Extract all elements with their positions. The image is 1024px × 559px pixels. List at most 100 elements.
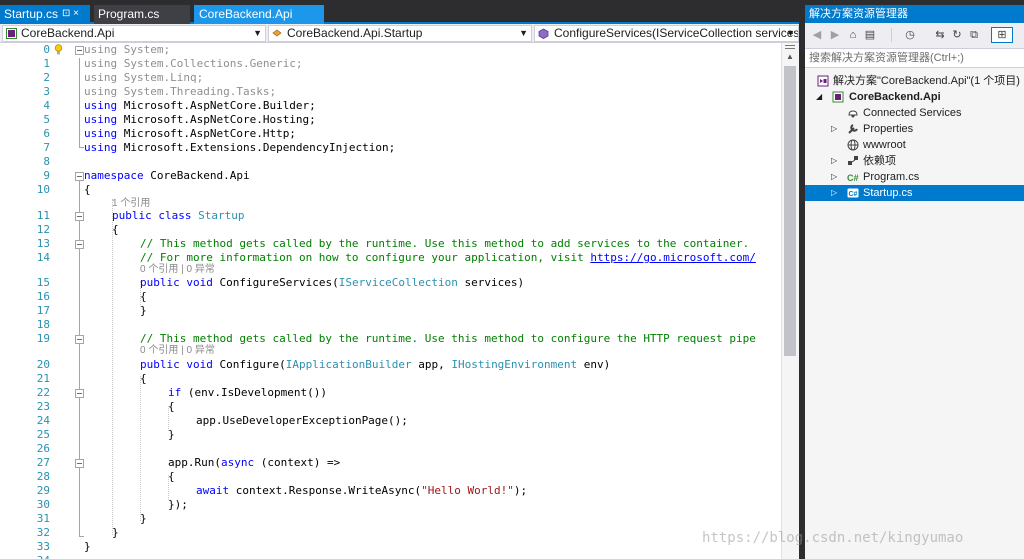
home-icon[interactable]: ⌂	[846, 28, 860, 42]
watermark: https://blog.csdn.net/kingyumao	[702, 530, 964, 546]
tree-item-wwwroot[interactable]: wwwroot	[805, 137, 1024, 153]
collapse-icon[interactable]	[75, 240, 84, 249]
line-number: 31	[36, 512, 50, 525]
code-line: 4 using Microsoft.AspNetCore.Builder;	[0, 99, 781, 113]
line-number: 15	[36, 276, 50, 289]
forward-icon[interactable]: ▶	[828, 28, 842, 42]
tree-item-solution[interactable]: 解决方案"CoreBackend.Api"(1 个项目)	[805, 73, 1024, 89]
project-dropdown[interactable]: CoreBackend.Api ▼	[2, 25, 266, 42]
project-name: CoreBackend.Api	[21, 26, 115, 40]
collapse-icon[interactable]	[75, 389, 84, 398]
solution-search-input[interactable]: 搜索解决方案资源管理器(Ctrl+;)	[805, 48, 1024, 68]
tab-corebackend-api[interactable]: CoreBackend.Api	[194, 5, 324, 24]
line-number: 6	[43, 127, 50, 140]
code-line: 22 if (env.IsDevelopment())	[0, 386, 781, 400]
connected-services-icon	[848, 110, 858, 118]
line-number: 33	[36, 540, 50, 553]
tree-item-label: wwwroot	[863, 139, 906, 151]
line-number: 16	[36, 290, 50, 303]
properties-icon[interactable]: ⊞	[991, 27, 1013, 43]
collapse-icon[interactable]	[75, 46, 84, 55]
collapse-icon[interactable]	[75, 459, 84, 468]
code-line: 28 {	[0, 470, 781, 484]
vertical-scrollbar[interactable]: ▲	[781, 43, 799, 559]
codelens-references[interactable]: 0 个引用 | 0 异常	[140, 263, 215, 277]
tree-item-label: 依赖项	[863, 155, 896, 167]
code-line: 17 }	[0, 304, 781, 318]
wrench-icon	[848, 124, 858, 134]
code-line: 26	[0, 442, 781, 456]
collapsed-arrow-icon[interactable]: ▷	[831, 185, 837, 201]
line-number: 9	[43, 169, 50, 182]
line-number: 0	[43, 43, 50, 56]
chevron-down-icon: ▼	[519, 28, 528, 38]
line-number: 34	[0, 554, 50, 559]
code-line: 11 public class Startup	[0, 209, 781, 223]
tree-item-properties[interactable]: ▷ Properties	[805, 121, 1024, 137]
scroll-up-icon[interactable]: ▲	[786, 52, 794, 61]
tab-program-cs[interactable]: Program.cs	[94, 5, 190, 24]
line-number: 7	[43, 141, 50, 154]
tree-item-dependencies[interactable]: ▷ 依赖项	[805, 153, 1024, 169]
line-number: 4	[43, 99, 50, 112]
split-handle-icon[interactable]	[785, 45, 795, 49]
code-text-area[interactable]: 0 using System; 1 using System.Collectio…	[0, 43, 781, 559]
line-number: 1	[43, 57, 50, 70]
collapsed-arrow-icon[interactable]: ▷	[831, 121, 837, 137]
code-line: 8	[0, 155, 781, 169]
member-dropdown[interactable]: ConfigureServices(IServiceCollection ser…	[534, 25, 799, 42]
type-dropdown[interactable]: CoreBackend.Api.Startup ▼	[268, 25, 532, 42]
expanded-arrow-icon[interactable]: ◢	[816, 89, 822, 105]
code-editor-pane: Startup.cs ⊡ × Program.cs CoreBackend.Ap…	[0, 0, 799, 559]
navigation-bar: CoreBackend.Api ▼ CoreBackend.Api.Startu…	[0, 24, 799, 43]
visual-studio-window: Startup.cs ⊡ × Program.cs CoreBackend.Ap…	[0, 0, 1024, 559]
code-line: 32 }	[0, 526, 781, 540]
collapse-icon[interactable]	[75, 212, 84, 221]
line-number: 27	[36, 456, 50, 469]
chevron-down-icon: ▼	[253, 28, 262, 38]
switch-views-icon[interactable]: ▤	[863, 28, 877, 42]
collapse-icon[interactable]	[75, 172, 84, 181]
collapse-icon[interactable]	[75, 335, 84, 344]
sync-with-document-icon[interactable]: ⇆	[933, 28, 947, 42]
line-number: 29	[36, 484, 50, 497]
collapsed-arrow-icon[interactable]: ▷	[831, 153, 837, 169]
line-number: 22	[36, 386, 50, 399]
csharp-file-icon: C#	[847, 173, 859, 183]
code-line: 20 public void Configure(IApplicationBui…	[0, 358, 781, 372]
line-number: 3	[43, 85, 50, 98]
line-number: 5	[43, 113, 50, 126]
line-number: 20	[36, 358, 50, 371]
document-tabstrip: Startup.cs ⊡ × Program.cs CoreBackend.Ap…	[0, 5, 799, 24]
code-line: 7 using Microsoft.Extensions.DependencyI…	[0, 141, 781, 155]
code-line: 29 await context.Response.WriteAsync("He…	[0, 484, 781, 498]
scrollbar-thumb[interactable]	[784, 66, 796, 356]
tree-item-label: 解决方案"CoreBackend.Api"(1 个项目)	[833, 75, 1020, 87]
tree-item-label: Properties	[863, 123, 914, 135]
lightbulb-icon[interactable]	[54, 44, 63, 56]
back-icon[interactable]: ◀	[810, 28, 824, 42]
refresh-icon[interactable]: ↻	[950, 28, 964, 42]
code-line: 0 using System;	[0, 43, 781, 57]
code-line: 15 public void ConfigureServices(IServic…	[0, 276, 781, 290]
line-number: 21	[36, 372, 50, 385]
tree-item-connected-services[interactable]: Connected Services	[805, 105, 1024, 121]
svg-text:C#: C#	[847, 173, 859, 183]
line-number: 11	[36, 209, 50, 222]
line-number: 8	[43, 155, 50, 168]
pending-changes-filter-icon[interactable]: ◷	[903, 28, 917, 42]
collapse-all-icon[interactable]: ⧉	[967, 28, 981, 42]
solution-icon	[817, 75, 829, 87]
chevron-down-icon: ▼	[786, 28, 795, 38]
tree-item-program-cs[interactable]: ▷ C# Program.cs	[805, 169, 1024, 185]
tab-startup-cs[interactable]: Startup.cs ⊡ ×	[0, 5, 90, 24]
line-number: 17	[36, 304, 50, 317]
collapsed-arrow-icon[interactable]: ▷	[831, 169, 837, 185]
tree-item-startup-cs[interactable]: ▷ C# Startup.cs	[805, 185, 1024, 201]
code-line: 5 using Microsoft.AspNetCore.Hosting;	[0, 113, 781, 127]
codelens-references[interactable]: 0 个引用 | 0 异常	[140, 344, 215, 358]
pin-close-icons[interactable]: ⊡ ×	[62, 5, 79, 23]
code-line: 9 namespace CoreBackend.Api	[0, 169, 781, 183]
tree-item-project[interactable]: ◢ CoreBackend.Api	[805, 89, 1024, 105]
code-line: 30 });	[0, 498, 781, 512]
